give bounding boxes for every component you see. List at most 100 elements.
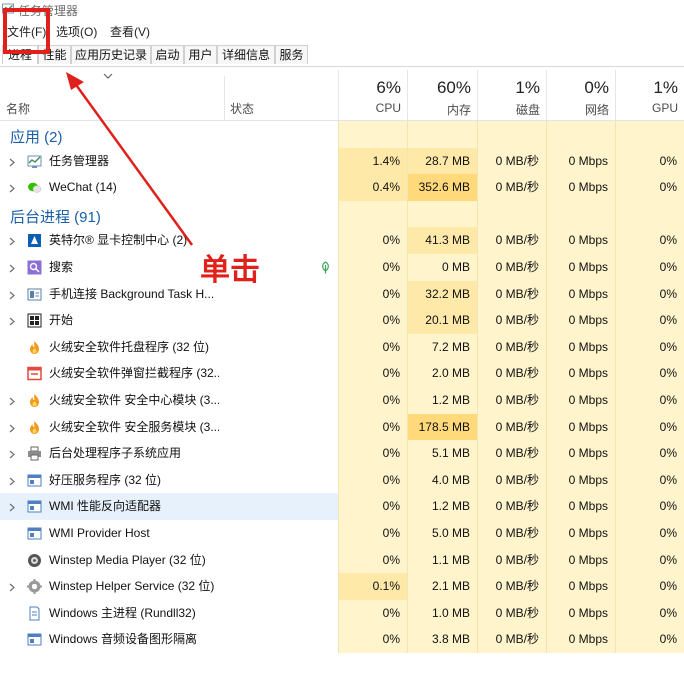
process-row[interactable]: Winstep Helper Service (32 位) 0.1% 2.1 MB 0… bbox=[0, 573, 684, 600]
process-row[interactable]: 后台处理程序子系统应用 0% 5.1 MB 0 MB/秒 0 Mbps 0% bbox=[0, 440, 684, 467]
process-row[interactable]: Winstep Media Player (32 位) 0% 1.1 MB 0 MB/… bbox=[0, 546, 684, 574]
chevron-right-icon[interactable] bbox=[9, 156, 15, 167]
process-row[interactable]: Windows 音频设备图形隔离 0% 3.8 MB 0 MB/秒 0 Mbps 0% bbox=[0, 626, 684, 653]
huorong-icon bbox=[27, 340, 42, 355]
memory-cell: 178.5 MB bbox=[407, 413, 477, 441]
gpu-cell: 0% bbox=[615, 493, 684, 520]
process-name: 后台处理程序子系统应用 bbox=[49, 446, 182, 461]
cpu-cell: 0% bbox=[338, 280, 407, 308]
annotation-label: 单击 bbox=[200, 253, 260, 288]
chevron-right-icon[interactable] bbox=[9, 235, 15, 246]
group-background[interactable]: 后台进程 (91) bbox=[0, 200, 684, 228]
process-row[interactable]: WMI 性能反向适配器 0% 1.2 MB 0 MB/秒 0 Mbps 0% bbox=[0, 493, 684, 520]
process-row[interactable]: WMI Provider Host 0% 5.0 MB 0 MB/秒 0 Mbps 0% bbox=[0, 519, 684, 547]
network-cell: 0 Mbps bbox=[546, 333, 615, 361]
memory-cell: 5.1 MB bbox=[407, 440, 477, 467]
gpu-cell: 0% bbox=[615, 573, 684, 600]
tab-users[interactable]: 用户 bbox=[184, 45, 217, 64]
cpu-cell: 0% bbox=[338, 519, 407, 547]
cpu-cell: 0% bbox=[338, 307, 407, 334]
process-row[interactable]: 开始 0% 20.1 MB 0 MB/秒 0 Mbps 0% bbox=[0, 307, 684, 334]
chevron-right-icon[interactable] bbox=[9, 581, 15, 592]
column-gpu-header[interactable]: 1% GPU bbox=[615, 70, 684, 120]
group-filler bbox=[407, 121, 477, 148]
tab-details[interactable]: 详细信息 bbox=[217, 45, 275, 64]
memory-cell: 5.0 MB bbox=[407, 519, 477, 547]
chevron-right-icon[interactable] bbox=[9, 395, 15, 406]
app-window-icon bbox=[27, 473, 42, 488]
memory-label: 内存 bbox=[446, 103, 471, 117]
cpu-cell: 0% bbox=[338, 493, 407, 520]
gpu-cell: 0% bbox=[615, 307, 684, 334]
process-row[interactable]: 好压服务程序 (32 位) 0% 4.0 MB 0 MB/秒 0 Mbps 0% bbox=[0, 466, 684, 494]
process-row[interactable]: 手机连接 Background Task H... 0% 32.2 MB 0 MB/秒… bbox=[0, 280, 684, 308]
process-row[interactable]: 火绒安全软件 安全中心模块 (3... 0% 1.2 MB 0 MB/秒 0 Mbps 0… bbox=[0, 386, 684, 414]
group-filler bbox=[338, 121, 407, 148]
column-header: 名称 状态 6% CPU 60% 内存 1% 磁盘 0% 网络 1% GPU bbox=[0, 70, 684, 121]
document-icon bbox=[27, 606, 42, 621]
chevron-down-icon[interactable] bbox=[103, 72, 113, 80]
network-total: 0% bbox=[584, 78, 609, 97]
memory-cell: 41.3 MB bbox=[407, 227, 477, 254]
cpu-cell: 0.4% bbox=[338, 174, 407, 201]
column-divider bbox=[224, 76, 225, 120]
cpu-cell: 0% bbox=[338, 466, 407, 494]
chevron-right-icon[interactable] bbox=[9, 501, 15, 512]
menu-view[interactable]: 查看(V) bbox=[110, 23, 150, 40]
column-network-header[interactable]: 0% 网络 bbox=[546, 70, 615, 120]
gpu-cell: 0% bbox=[615, 174, 684, 201]
process-row[interactable]: 火绒安全软件弹窗拦截程序 (32... 0% 2.0 MB 0 MB/秒 0 Mbps 0… bbox=[0, 360, 684, 387]
popup-block-icon bbox=[27, 366, 42, 381]
memory-cell: 1.0 MB bbox=[407, 599, 477, 627]
disk-cell: 0 MB/秒 bbox=[477, 599, 546, 627]
tab-app-history[interactable]: 应用历史记录 bbox=[71, 45, 151, 64]
column-memory-header[interactable]: 60% 内存 bbox=[407, 70, 477, 120]
chevron-right-icon[interactable] bbox=[9, 182, 15, 193]
chevron-right-icon[interactable] bbox=[9, 422, 15, 432]
process-row[interactable]: 火绒安全软件托盘程序 (32 位) 0% 7.2 MB 0 MB/秒 0 Mbps 0% bbox=[0, 333, 684, 361]
column-status-header[interactable]: 状态 bbox=[230, 100, 254, 117]
gpu-cell: 0% bbox=[615, 147, 684, 175]
menu-options[interactable]: 选项(O) bbox=[56, 23, 97, 40]
process-row[interactable]: WeChat (14) 0.4% 352.6 MB 0 MB/秒 0 Mbps 0% bbox=[0, 174, 684, 201]
cpu-cell: 0.1% bbox=[338, 573, 407, 600]
tab-startup[interactable]: 启动 bbox=[151, 45, 184, 64]
process-name: 手机连接 Background Task H... bbox=[49, 286, 215, 301]
process-row[interactable]: Windows 主进程 (Rundll32) 0% 1.0 MB 0 MB/秒 0 Mb… bbox=[0, 599, 684, 627]
gpu-cell: 0% bbox=[615, 626, 684, 653]
group-apps[interactable]: 应用 (2) bbox=[0, 121, 684, 148]
column-cpu-header[interactable]: 6% CPU bbox=[338, 70, 407, 120]
gpu-cell: 0% bbox=[615, 519, 684, 547]
group-filler bbox=[615, 200, 684, 228]
process-row[interactable]: 火绒安全软件 安全服务模块 (3... 0% 178.5 MB 0 MB/秒 0 Mbp… bbox=[0, 413, 684, 441]
winstep-gear-icon bbox=[27, 579, 42, 595]
group-filler bbox=[407, 200, 477, 228]
group-filler bbox=[477, 121, 546, 148]
chevron-right-icon[interactable] bbox=[9, 475, 15, 486]
memory-cell: 4.0 MB bbox=[407, 466, 477, 494]
chevron-right-icon[interactable] bbox=[9, 315, 15, 326]
chevron-right-icon[interactable] bbox=[9, 289, 15, 300]
process-row[interactable]: 英特尔® 显卡控制中心 (2) 0% 41.3 MB 0 MB/秒 0 Mbps 0% bbox=[0, 227, 684, 254]
network-cell: 0 Mbps bbox=[546, 626, 615, 653]
cpu-cell: 0% bbox=[338, 360, 407, 387]
process-list: 应用 (2) 任务管理器 1.4% 28.7 MB 0 MB/秒 0 Mbps 0% WeCh… bbox=[0, 121, 684, 653]
chevron-right-icon[interactable] bbox=[9, 448, 15, 459]
cpu-cell: 0% bbox=[338, 599, 407, 627]
cpu-label: CPU bbox=[375, 101, 401, 115]
tab-services[interactable]: 服务 bbox=[275, 45, 308, 64]
chevron-right-icon[interactable] bbox=[9, 262, 15, 273]
column-disk-header[interactable]: 1% 磁盘 bbox=[477, 70, 546, 120]
network-cell: 0 Mbps bbox=[546, 599, 615, 627]
column-name-header[interactable]: 名称 bbox=[6, 100, 30, 117]
process-name: WeChat (14) bbox=[49, 180, 117, 195]
process-row[interactable]: 搜索 0% 0 MB 0 MB/秒 0 Mbps 0% bbox=[0, 253, 684, 281]
disk-total: 1% bbox=[515, 78, 540, 97]
network-cell: 0 Mbps bbox=[546, 413, 615, 441]
gpu-cell: 0% bbox=[615, 360, 684, 387]
process-row[interactable]: 任务管理器 1.4% 28.7 MB 0 MB/秒 0 Mbps 0% bbox=[0, 147, 684, 175]
disk-cell: 0 MB/秒 bbox=[477, 573, 546, 600]
network-cell: 0 Mbps bbox=[546, 546, 615, 574]
disk-cell: 0 MB/秒 bbox=[477, 626, 546, 653]
menu-bar: 文件(F) 选项(O) 查看(V) bbox=[0, 20, 684, 42]
